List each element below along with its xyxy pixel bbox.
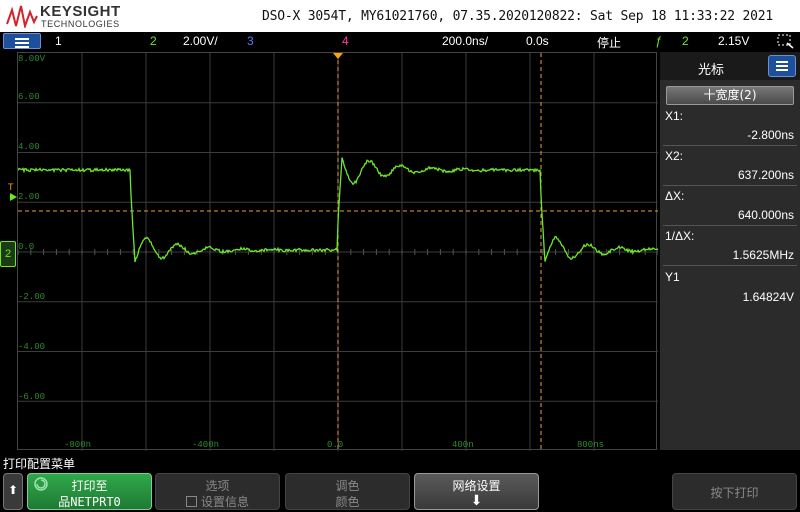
print-to-label: 打印至 [28,477,151,494]
palette-label: 调色 [286,477,409,494]
back-up-button[interactable]: ⬆ [3,473,23,510]
y1-value: 1.64824V [743,290,794,304]
divider [663,265,797,266]
cursor-panel: 光标 ⼗宽度(2) X1: -2.800ns X2: 637.200ns ΔX:… [660,52,800,450]
print-to-value: 品NETPRT0 [28,493,151,510]
y-label-4v: 4.00 [18,142,40,152]
y-label-6v: 6.00 [18,92,40,102]
waveform-svg [18,53,658,451]
delta-x-label: ΔX: [665,189,684,203]
main-menu-button[interactable] [3,33,41,49]
y1-label: Y1 [665,270,680,284]
delta-x-value: 640.000ns [738,208,794,222]
x-label-0: 0.0 [327,440,343,450]
channel-2-scale[interactable]: 2.00V/ [183,34,218,48]
press-to-print-label: 按下打印 [673,484,796,501]
menu-title: 打印配置菜单 [3,455,75,472]
palette-value: 颜色 [286,493,409,510]
x2-value: 637.200ns [738,168,794,182]
keysight-wave-icon [6,4,38,28]
horizontal-delay[interactable]: 0.0s [526,34,549,48]
y-label-neg4v: -4.00 [18,342,45,352]
waveform-display[interactable] [17,52,657,450]
y-label-2v: 2.00 [18,192,40,202]
divider [663,225,797,226]
inv-delta-x-value: 1.5625MHz [733,248,794,262]
run-state[interactable]: 停止 [597,34,621,51]
panel-menu-button[interactable] [768,55,796,77]
x1-value: -2.800ns [747,128,794,142]
timebase-scale[interactable]: 200.0ns/ [442,34,488,48]
cursor-panel-header: 光标 [660,52,800,80]
x-label-800: 800ns [577,440,604,450]
divider [663,185,797,186]
print-to-softkey[interactable]: 打印至 品NETPRT0 [27,473,152,510]
channel-1-label[interactable]: 1 [55,34,62,48]
setup-info-checkbox[interactable]: 设置信息 [156,493,279,510]
x-label-neg400: -400n [192,440,219,450]
up-arrow-icon: ⬆ [4,483,22,497]
trigger-edge-icon: ƒ [655,34,662,48]
x1-label: X1: [665,109,683,123]
y-label-neg2v: -2.00 [18,292,45,302]
x-label-neg800: -800n [64,440,91,450]
channel-2-ground-marker[interactable]: 2 [0,241,16,267]
setup-info-label: 设置信息 [201,495,249,509]
trigger-arrow-icon [10,193,18,201]
channel-2-marker-label: 2 [5,248,11,260]
channel-4-label[interactable]: 4 [342,34,349,48]
divider [663,145,797,146]
channel-2-label[interactable]: 2 [150,34,157,48]
zoom-box-icon[interactable] [776,33,794,49]
cursor-panel-title: 光标 [698,59,724,78]
x-label-400: 400n [452,440,474,450]
network-settings-softkey[interactable]: 网络设置 ⬇ [414,473,539,510]
y-label-neg6v: -6.00 [18,392,45,402]
title-bar: KEYSIGHT TECHNOLOGIES DSO-X 3054T, MY610… [0,0,800,32]
y-label-8v: 8.00V [18,54,45,64]
network-settings-label: 网络设置 [415,477,538,494]
trigger-level-marker[interactable]: T [8,182,14,192]
y-label-0v: 0.0 [18,242,34,252]
brand-name: KEYSIGHT [40,3,121,20]
x2-label: X2: [665,149,683,163]
options-label: 选项 [156,477,279,494]
cursor-width-button[interactable]: ⼗宽度(2) [666,86,794,105]
inv-delta-x-label: 1/ΔX: [665,229,694,243]
options-softkey[interactable]: 选项 设置信息 [155,473,280,510]
checkbox-box[interactable] [186,496,197,507]
trigger-source[interactable]: 2 [682,34,689,48]
down-arrow-icon: ⬇ [415,493,538,509]
brand-subtitle: TECHNOLOGIES [41,19,120,29]
palette-softkey[interactable]: 调色 颜色 [285,473,410,510]
keysight-logo: KEYSIGHT TECHNOLOGIES [6,3,136,29]
press-to-print-softkey[interactable]: 按下打印 [672,473,797,510]
channel-status-bar: 1 2 2.00V/ 3 4 200.0ns/ 0.0s 停止 ƒ 2 2.15… [0,32,800,50]
channel-3-label[interactable]: 3 [247,34,254,48]
instrument-id-line: DSO-X 3054T, MY61021760, 07.35.202012082… [262,9,773,24]
trigger-level[interactable]: 2.15V [718,34,749,48]
